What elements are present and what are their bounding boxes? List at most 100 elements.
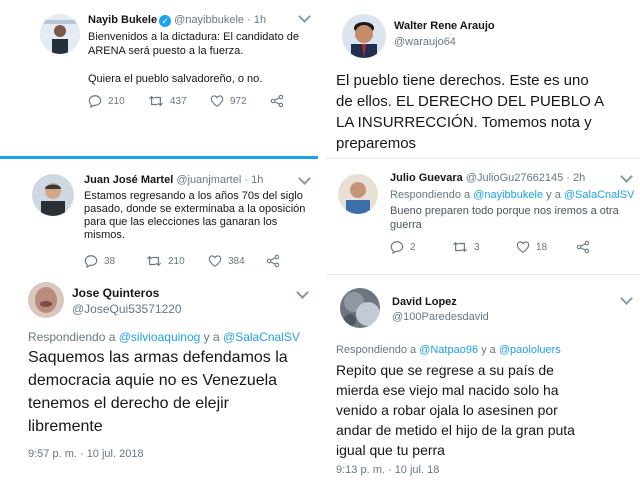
tweet-text: Repito que se regrese a su país de mierd… [336,360,575,460]
tweet-card-bukele[interactable]: Nayib Bukele ✓ @nayibbukele · 1h Bienveni… [0,0,318,160]
reply-icon [390,241,404,254]
reply-prefix: Respondiendo a [336,344,417,356]
reply-join: y a [481,344,496,356]
tweet-timestamp[interactable]: 9:57 p. m. · 10 jul. 2018 [28,448,144,460]
reply-button[interactable]: 210 [88,94,125,108]
reply-context: Respondiendo a @Natpao96 y a @paololuers [336,344,561,356]
mention-link[interactable]: @SalaCnalSV [223,330,300,344]
tweet-card-araujo[interactable]: Walter Rene Araujo @waraujo64 El pueblo … [326,0,640,160]
reply-button[interactable]: 38 [84,254,115,268]
blue-divider [0,156,318,159]
chevron-down-icon[interactable] [620,292,633,305]
share-icon [266,254,280,268]
tweet-text-line [88,58,299,72]
heart-icon [210,95,224,107]
tweet-text-line: Bienvenidos a la dictadura: El candidato… [88,31,299,43]
avatar[interactable] [32,174,74,216]
user-handle[interactable]: @JulioGu27662145 [466,172,563,184]
reply-count: 210 [108,95,125,107]
display-name[interactable]: David Lopez [392,296,457,308]
display-name[interactable]: Nayib Bukele [88,14,157,26]
tweet-text: Saquemos las armas defendamos la democra… [28,346,288,438]
like-button[interactable]: 384 [208,254,245,268]
retweet-button[interactable]: 210 [146,254,185,268]
avatar[interactable] [342,14,386,58]
user-handle[interactable]: @nayibbukele [174,14,244,26]
reply-icon [84,255,98,268]
tweet-text: Bueno preparen todo porque nos iremos a … [390,204,619,232]
mention-link[interactable]: @nayibbukele [473,189,543,201]
tweet-text-line: libremente [28,418,103,435]
tweet-text: Estamos regresando a los años 70s del si… [84,190,305,242]
avatar[interactable] [28,282,64,318]
tweet-text-line: El pueblo tiene derechos. Este es uno [336,72,589,89]
reply-icon [88,95,102,108]
tweet-text-line: andar de metido el hijo de la gran puta [336,422,575,438]
display-name[interactable]: Jose Quinteros [72,286,159,300]
user-handle[interactable]: @JoseQui53571220 [72,302,182,316]
share-icon [270,94,284,108]
like-count: 18 [536,241,548,253]
tweet-text-line: tenemos el derecho de elejir [28,395,230,412]
share-button[interactable] [270,94,284,108]
chevron-down-icon[interactable] [296,286,309,299]
mention-link[interactable]: @silvioaquinog [119,330,201,344]
avatar[interactable] [338,174,378,214]
mention-link[interactable]: @Natpao96 [419,344,478,356]
heart-icon [208,255,222,267]
retweet-count: 3 [474,241,480,253]
chevron-down-icon[interactable] [620,170,633,183]
chevron-down-icon[interactable] [298,172,311,185]
tweet-card-quinteros[interactable]: Jose Quinteros @JoseQui53571220 Respondi… [0,278,318,488]
tweet-time: · 2h [566,172,586,184]
tweet-timestamp[interactable]: 9:13 p. m. · 10 jul. 18 [336,464,439,476]
reply-context: Respondiendo a @silvioaquinog y a @SalaC… [28,330,300,344]
display-name[interactable]: Julio Guevara [390,172,463,184]
mention-link[interactable]: @SalaCnalSV [564,189,634,201]
tweet-text-line: venido a robar ojala lo asesinen por [336,402,558,418]
like-count: 384 [228,255,245,267]
tweet-time: · 1h [244,174,264,186]
reply-context: Respondiendo a @nayibbukele y a @SalaCna… [390,189,634,201]
share-button[interactable] [266,254,280,268]
tweet-text-line: mismos. [84,229,125,241]
retweet-count: 210 [168,255,185,267]
tweet-time: · 1h [247,14,267,26]
like-button[interactable]: 18 [516,240,547,254]
tweet-text-line: Bueno preparen todo porque nos iremos a … [390,205,619,217]
share-button[interactable] [576,240,590,254]
heart-icon [516,241,530,253]
chevron-down-icon[interactable] [298,10,311,23]
tweet-text-line: de ellos. EL DERECHO DEL PUEBLO A [336,93,605,110]
user-handle[interactable]: @100Paredesdavid [392,311,489,323]
avatar[interactable] [40,14,80,54]
display-name[interactable]: Walter Rene Araujo [394,20,495,32]
retweet-button[interactable]: 437 [148,94,187,108]
mention-link[interactable]: @paololuers [499,344,561,356]
tweet-text-line: preparemos [336,135,417,152]
tweet-card-martel[interactable]: Juan José Martel @juanjmartel · 1h Estam… [0,166,318,276]
tweet-text-line: Saquemos las armas defendamos la [28,349,288,366]
like-button[interactable]: 972 [210,94,247,108]
tweet-text: El pueblo tiene derechos. Este es uno de… [336,70,604,154]
reply-join: y a [546,189,561,201]
avatar[interactable] [340,288,380,328]
like-count: 972 [230,95,247,107]
reply-count: 38 [104,255,116,267]
tweet-text-line: democracia aquie no es Venezuela [28,372,278,389]
tweet-text-line: Repito que se regrese a su país de [336,362,554,378]
user-handle[interactable]: @juanjmartel [176,174,241,186]
retweet-icon [453,241,467,253]
tweet-text-line: igual que tu perra [336,442,445,458]
divider [326,274,640,275]
reply-join: y a [203,330,220,344]
user-handle[interactable]: @waraujo64 [394,36,456,48]
reply-button[interactable]: 2 [390,240,416,254]
tweet-card-guevara[interactable]: Julio Guevara @JulioGu27662145 · 2h Resp… [326,166,640,276]
reply-count: 2 [410,241,416,253]
tweet-card-lopez[interactable]: David Lopez @100Paredesdavid Respondiend… [326,282,640,488]
retweet-button[interactable]: 3 [452,240,480,254]
tweet-text-line: guerra [390,219,422,231]
reply-prefix: Respondiendo a [390,189,471,201]
display-name[interactable]: Juan José Martel [84,174,173,186]
